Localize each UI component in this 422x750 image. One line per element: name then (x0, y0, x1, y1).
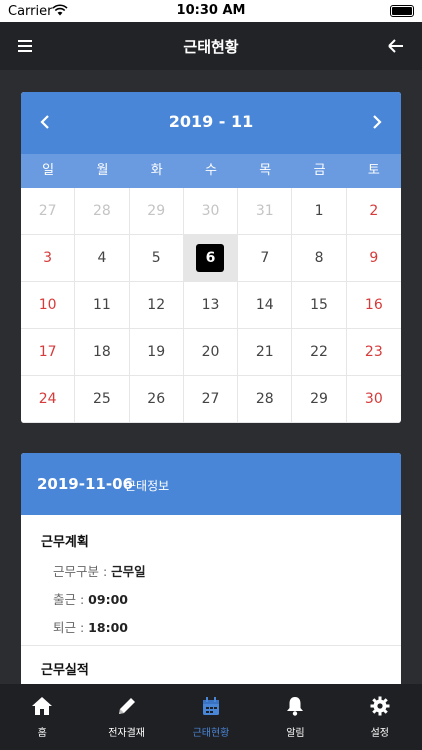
tab-settings[interactable]: 설정 (338, 684, 422, 750)
calendar-day[interactable]: 28 (238, 376, 293, 423)
clock: 10:30 AM (176, 3, 246, 18)
calendar-day[interactable]: 19 (129, 329, 184, 376)
weekday-label: 월 (96, 163, 109, 178)
calendar-day-selected[interactable]: 6 (183, 235, 239, 282)
calendar-day[interactable]: 29 (292, 376, 347, 423)
chevron-right-icon[interactable] (363, 108, 391, 136)
calendar-day[interactable]: 1 (292, 188, 347, 235)
calendar-day[interactable]: 15 (292, 282, 347, 329)
calendar-day[interactable]: 14 (238, 282, 293, 329)
pencil-icon (84, 696, 168, 718)
tab-label: 전자결재 (108, 728, 145, 739)
checkin-value: 09:00 (88, 592, 128, 607)
checkout-value: 18:00 (88, 620, 128, 635)
calendar-day[interactable]: 5 (129, 235, 184, 282)
calendar: 2019 - 11 일 월 화 수 목 금 토 27 28 29 30 31 1… (21, 92, 401, 423)
calendar-day[interactable]: 26 (129, 376, 184, 423)
tab-label: 설정 (370, 728, 389, 739)
calendar-day[interactable]: 2 (346, 188, 401, 235)
calendar-icon (169, 696, 253, 718)
weekday-header: 일 월 화 수 목 금 토 (21, 154, 401, 188)
app-header: 근태현황 (0, 22, 422, 70)
calendar-day[interactable]: 28 (75, 188, 130, 235)
weekday-label: 토 (367, 163, 380, 178)
battery-icon (390, 5, 414, 17)
calendar-day[interactable]: 24 (21, 376, 76, 423)
calendar-day[interactable]: 12 (129, 282, 184, 329)
work-actual-title: 근무실적 (41, 663, 89, 678)
work-plan-section: 근무계획 근무구분 : 근무일 출근 : 09:00 퇴근 : 18:00 (21, 515, 401, 645)
weekday-label: 금 (313, 163, 326, 178)
calendar-day[interactable]: 30 (346, 376, 401, 423)
calendar-day[interactable]: 3 (21, 235, 76, 282)
calendar-day[interactable]: 18 (75, 329, 130, 376)
tab-label: 근태현황 (192, 728, 230, 739)
weekday-label: 수 (205, 163, 217, 178)
tab-label: 알림 (286, 728, 305, 739)
tab-bar: 홈 전자결재 근태현황 알림 설정 (0, 684, 422, 750)
work-type-row: 근무구분 : 근무일 (53, 561, 146, 580)
calendar-day[interactable]: 8 (292, 235, 347, 282)
tab-notifications[interactable]: 알림 (253, 684, 337, 750)
calendar-month: 2019 - 11 (168, 112, 254, 131)
tab-approval[interactable]: 전자결재 (84, 684, 168, 750)
info-header: 2019-11-06 근태정보 (21, 453, 401, 515)
calendar-day[interactable]: 17 (21, 329, 76, 376)
weekday-label: 화 (150, 163, 163, 178)
calendar-day[interactable]: 27 (183, 376, 239, 423)
calendar-day[interactable]: 29 (129, 188, 184, 235)
calendar-day[interactable]: 9 (346, 235, 401, 282)
calendar-header: 2019 - 11 (21, 92, 401, 154)
calendar-day[interactable]: 13 (183, 282, 239, 329)
calendar-day[interactable]: 21 (238, 329, 293, 376)
checkin-label: 출근 : (53, 592, 89, 607)
calendar-day[interactable]: 27 (21, 188, 76, 235)
calendar-day[interactable]: 22 (292, 329, 347, 376)
calendar-day[interactable]: 7 (238, 235, 293, 282)
divider (21, 645, 401, 646)
weekday-label: 일 (42, 163, 55, 178)
arrow-left-icon[interactable] (384, 34, 408, 58)
bell-icon (253, 696, 337, 718)
info-label: 근태정보 (125, 479, 170, 493)
info-date: 2019-11-06 (37, 475, 133, 493)
calendar-day[interactable]: 30 (183, 188, 239, 235)
gear-icon (338, 696, 422, 718)
calendar-day[interactable]: 16 (346, 282, 401, 329)
work-type-label: 근무구분 : (53, 564, 112, 579)
tab-label: 홈 (37, 728, 47, 739)
checkin-row: 출근 : 09:00 (53, 589, 128, 608)
tab-home[interactable]: 홈 (0, 684, 84, 750)
home-icon (0, 696, 84, 718)
calendar-day[interactable]: 31 (238, 188, 293, 235)
status-bar: Carrier 10:30 AM (0, 0, 422, 22)
work-plan-title: 근무계획 (41, 535, 89, 550)
calendar-grid: 27 28 29 30 31 1 2 3 4 5 6 7 8 9 10 11 1… (21, 188, 401, 423)
calendar-day[interactable]: 10 (21, 282, 76, 329)
calendar-day[interactable]: 4 (75, 235, 130, 282)
weekday-label: 목 (259, 163, 272, 178)
tab-attendance[interactable]: 근태현황 (169, 684, 253, 750)
work-type-value: 근무일 (111, 564, 146, 579)
calendar-day[interactable]: 20 (183, 329, 239, 376)
calendar-day[interactable]: 23 (346, 329, 401, 376)
calendar-day[interactable]: 25 (75, 376, 130, 423)
checkout-label: 퇴근 : (53, 620, 89, 635)
page-title: 근태현황 (183, 38, 239, 56)
calendar-day[interactable]: 11 (75, 282, 130, 329)
checkout-row: 퇴근 : 18:00 (53, 617, 128, 636)
